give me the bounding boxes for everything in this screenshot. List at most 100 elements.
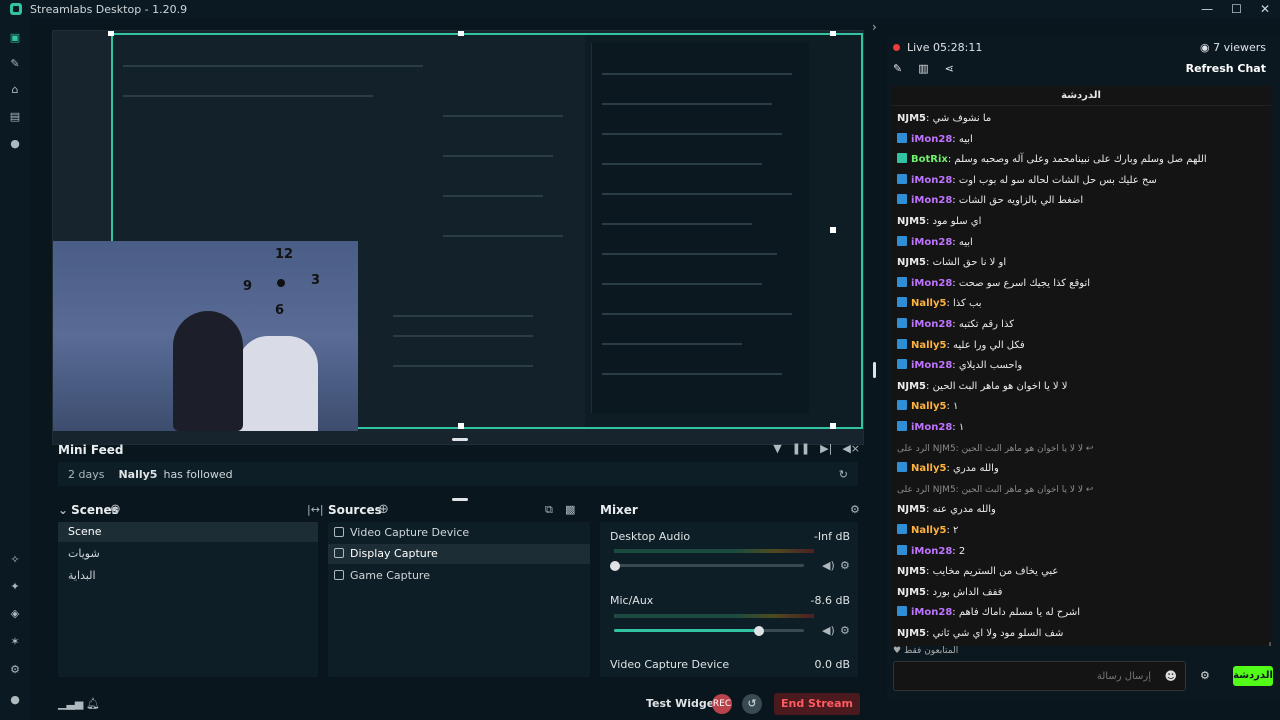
chat-text: : والله مدري [946,463,999,475]
chat-message: Nally5: بب كذا [897,295,1267,313]
pencil-icon[interactable]: ✎ [893,62,902,75]
mini-feed-tools: ▼ ❚❚ ▶| ◀× [773,442,860,455]
user-badge-icon [897,524,907,534]
chat-message: iMon28: اضغط الي بالزاويه حق الشات [897,192,1267,210]
chat-scrollbar[interactable] [1269,642,1271,646]
chat-username[interactable]: iMon28 [911,278,952,289]
volume-knob[interactable] [754,626,764,636]
chat-username[interactable]: BotRix [911,154,948,165]
record-icon[interactable]: ● [9,138,21,150]
source-item[interactable]: Game Capture [328,566,590,586]
chat-username[interactable]: NJM5 [897,587,926,598]
alerts-icon[interactable]: ✦ [9,581,21,593]
folder-icon[interactable]: ⧉ [545,503,553,517]
end-stream-button[interactable]: End Stream [774,693,860,715]
chat-username[interactable]: NJM5 [897,257,926,268]
volume-knob[interactable] [610,561,620,571]
sources-title: Sources [328,503,382,517]
repeat-icon[interactable]: ↻ [839,468,848,481]
source-item[interactable]: Display Capture [328,544,590,564]
chat-message: NJM5: ما نشوف شي [897,110,1267,128]
layout-icon[interactable]: ▤ [9,111,21,123]
scene-item[interactable]: Scene [58,522,318,542]
chat-username[interactable]: iMon28 [911,546,952,557]
chat-message: NJM5: والله مدري عنه [897,501,1267,519]
rec-button[interactable]: REC [712,694,732,714]
chat-message: iMon28: ١ [897,419,1267,437]
emoji-icon[interactable]: ☻ [1164,669,1177,683]
studio-icon[interactable]: ▣ [9,32,21,44]
filter-icon[interactable]: ▼ [773,442,781,455]
chat-message: NJM5: عبي يخاف من الستريم مخايب [897,563,1267,581]
chat-message: NJM5: ففف الداش بورد [897,584,1267,602]
scene-transitions-icon[interactable]: |↔| [307,503,324,516]
volume-meter [614,614,814,618]
stats-icon[interactable]: ▁▃▅ [58,697,83,710]
speaker-icon[interactable]: ◀) [822,559,835,572]
clipboard-icon[interactable]: ▥ [918,62,928,75]
chat-username[interactable]: NJM5 [897,628,926,639]
chat-username[interactable]: Nally5 [911,298,946,309]
minimize-icon[interactable]: — [1201,2,1213,16]
store-icon[interactable]: ⌂ [9,84,21,96]
profile-icon[interactable]: ● [9,694,21,706]
mute-icon[interactable]: ◀× [842,442,860,455]
channel-settings-icon[interactable]: ⚙ [840,624,850,637]
edit-source-icon[interactable]: ▩ [565,503,575,516]
skip-icon[interactable]: ▶| [820,442,832,455]
title-bar: Streamlabs Desktop - 1.20.9 — ☐ ✕ [0,0,1280,18]
editor-icon[interactable]: ✧ [9,554,21,566]
chat-username[interactable]: NJM5 [897,113,926,124]
chat-username[interactable]: NJM5 [897,504,926,515]
chat-username[interactable]: Nally5 [911,401,946,412]
chat-username[interactable]: NJM5 [897,566,926,577]
speaker-icon[interactable]: ◀) [822,624,835,637]
footer-bar: ▁▃▅ 🔔︎ Test Widgets REC ↺ End Stream [30,690,875,720]
pause-icon[interactable]: ❚❚ [792,442,810,455]
chat-text: : اضغط الي بالزاويه حق الشات [952,195,1084,207]
user-badge-icon [897,462,907,473]
chat-username[interactable]: iMon28 [911,237,952,248]
close-icon[interactable]: ✕ [1260,2,1270,16]
settings-icon[interactable]: ⚙ [9,664,21,676]
mixer-settings-icon[interactable]: ⚙ [850,503,860,516]
chat-settings-icon[interactable]: ⚙ [1200,669,1210,682]
channel-settings-icon[interactable]: ⚙ [840,559,850,572]
add-source-icon[interactable]: ⊕ [378,502,389,517]
chat-username[interactable]: iMon28 [911,360,952,371]
chat-username[interactable]: iMon28 [911,175,952,186]
volume-slider[interactable] [614,564,804,567]
stream-preview[interactable]: 12 3 9 6 [52,30,864,445]
source-item[interactable]: Video Capture Device [328,523,590,543]
add-scene-icon[interactable]: ⊕ [110,502,121,517]
scene-item[interactable]: البداية [58,566,318,586]
chat-username[interactable]: iMon28 [911,319,952,330]
resize-handle[interactable] [452,498,468,501]
chat-username[interactable]: iMon28 [911,607,952,618]
maximize-icon[interactable]: ☐ [1231,2,1242,16]
share-icon[interactable]: ⋖ [945,62,954,75]
chat-username[interactable]: NJM5 [897,216,926,227]
dashboard-icon[interactable]: ◈ [9,608,21,620]
video-capture-source[interactable]: 12 3 9 6 [53,241,358,431]
chat-text: : اشرح له يا مسلم داماك فاهم [952,607,1080,619]
chat-username[interactable]: iMon28 [911,134,952,145]
chat-username[interactable]: Nally5 [911,525,946,536]
chat-username[interactable]: iMon28 [911,422,952,433]
chat-username[interactable]: Nally5 [911,463,946,474]
chat-username[interactable]: iMon28 [911,195,952,206]
refresh-chat-button[interactable]: Refresh Chat [1186,62,1266,75]
chevron-right-icon[interactable]: › [872,20,877,34]
scene-item[interactable]: شويات [58,544,318,564]
camera-icon [334,527,344,537]
replay-buffer-icon[interactable]: ↺ [742,694,762,714]
user-badge-icon [897,153,907,164]
chat-input[interactable] [894,662,1185,690]
notifications-icon[interactable]: 🔔︎ [86,697,100,710]
themes-icon[interactable]: ✎ [9,58,21,70]
magic-icon[interactable]: ✶ [9,636,21,648]
send-chat-button[interactable]: الدردشة [1233,666,1273,686]
chat-username[interactable]: Nally5 [911,340,946,351]
chat-username[interactable]: NJM5 [897,381,926,392]
panel-resize-handle[interactable] [873,362,876,378]
